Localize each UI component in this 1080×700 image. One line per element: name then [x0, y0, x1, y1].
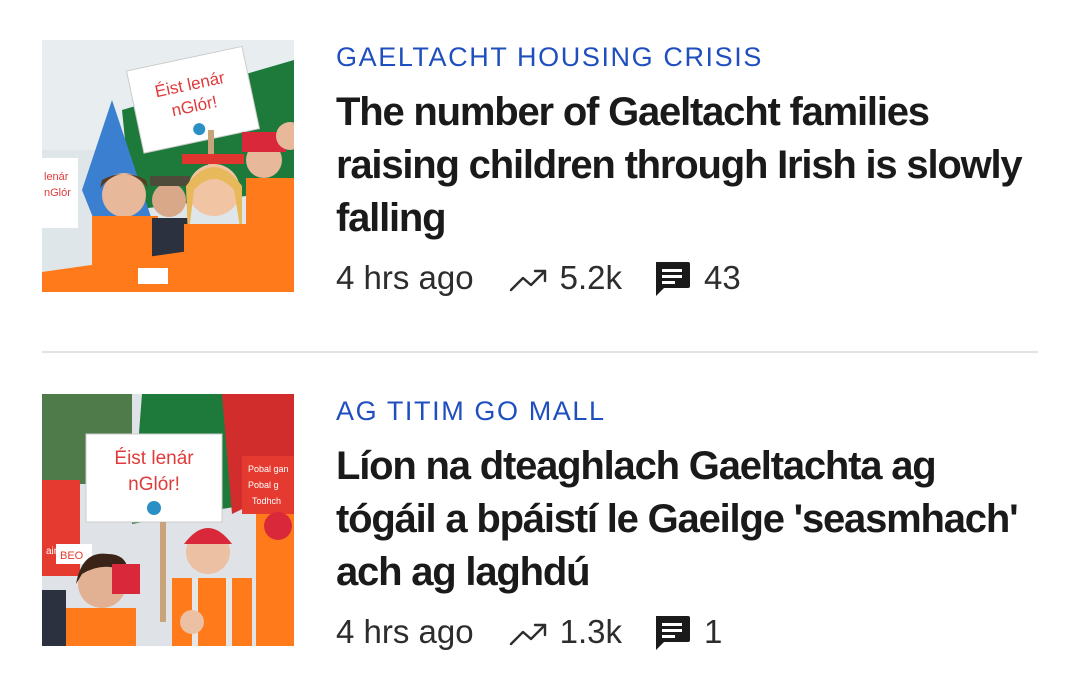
side-sign-line1: Pobal gan	[248, 464, 289, 474]
article-headline[interactable]: Líon na dteaghlach Gaeltachta ag tógáil …	[336, 440, 1036, 599]
article-meta: 4 hrs ago 5.2k 43	[336, 258, 741, 298]
article-headline[interactable]: The number of Gaeltacht families raising…	[336, 86, 1036, 245]
side-sign-line2: nGlór	[44, 187, 71, 199]
protest-photo: air BEO Éist lenár nGlór! Pobal gan Poba…	[42, 394, 294, 646]
article-divider	[42, 351, 1038, 353]
trending-up-icon	[508, 618, 550, 646]
side-sign-line3: Todhch	[252, 496, 281, 506]
article-thumbnail[interactable]: air BEO Éist lenár nGlór! Pobal gan Poba…	[42, 394, 294, 646]
side-sign-line2: Pobal g	[248, 480, 279, 490]
comment-bubble-icon[interactable]	[652, 612, 692, 652]
article-card[interactable]: air BEO Éist lenár nGlór! Pobal gan Poba…	[42, 394, 1038, 650]
small-sign-text: BEO	[60, 550, 84, 562]
trending-up-icon	[508, 264, 550, 292]
article-time: 4 hrs ago	[336, 259, 474, 296]
side-sign-line1: lenár	[44, 171, 69, 183]
article-comment-count[interactable]: 1	[704, 613, 722, 651]
article-meta: 4 hrs ago 1.3k 1	[336, 612, 722, 652]
article-views: 5.2k	[559, 259, 622, 296]
article-time: 4 hrs ago	[336, 613, 474, 650]
comment-bubble-icon[interactable]	[652, 258, 692, 298]
sign-text-line2: nGlór!	[128, 474, 180, 495]
article-card[interactable]: Éist lenár nGlór! lenár nGlór GAELTACHT …	[42, 40, 1038, 296]
article-views: 1.3k	[559, 613, 622, 650]
protest-photo: Éist lenár nGlór! lenár nGlór	[42, 40, 294, 292]
article-comment-count[interactable]: 43	[704, 259, 741, 297]
sign-text-line1: Éist lenár	[114, 448, 194, 469]
article-thumbnail[interactable]: Éist lenár nGlór! lenár nGlór	[42, 40, 294, 292]
article-kicker[interactable]: GAELTACHT HOUSING CRISIS	[336, 40, 1036, 74]
article-kicker[interactable]: AG TITIM GO MALL	[336, 394, 1036, 428]
